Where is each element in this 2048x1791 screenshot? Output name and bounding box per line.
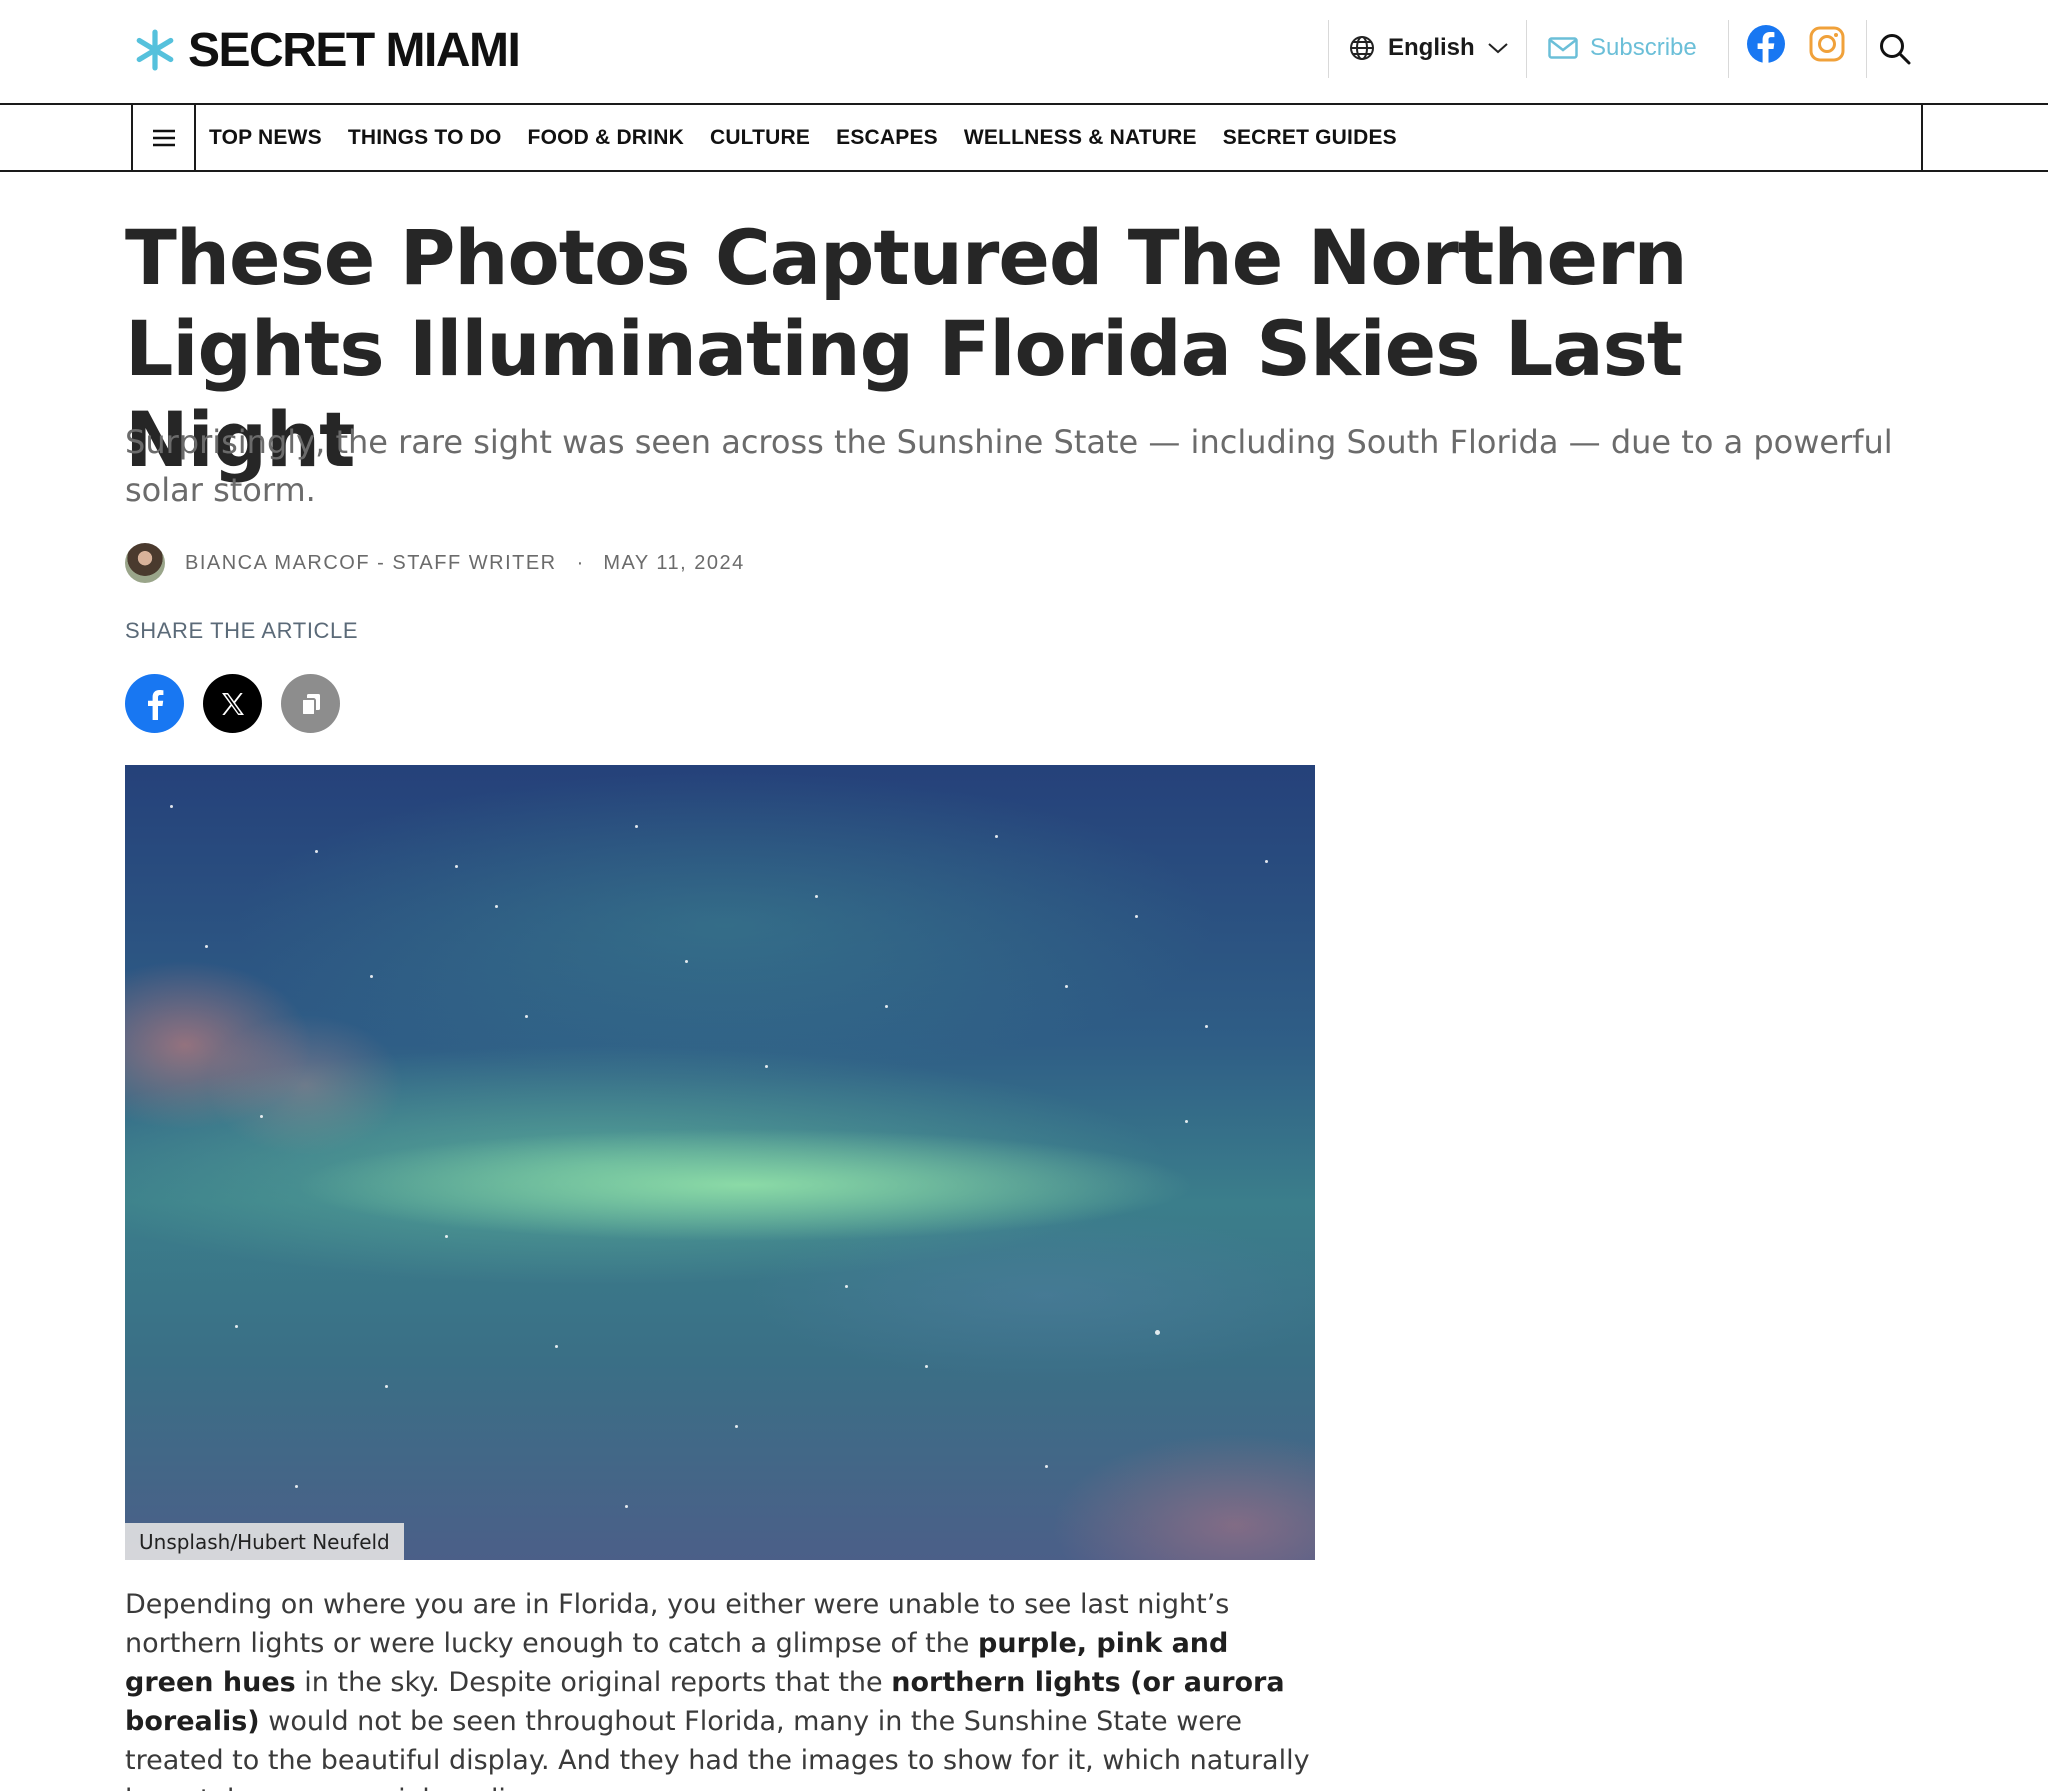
header-divider	[1526, 20, 1527, 78]
star	[1205, 1025, 1208, 1028]
star	[685, 960, 688, 963]
author-avatar[interactable]	[125, 543, 165, 583]
star	[735, 1425, 738, 1428]
star	[925, 1365, 928, 1368]
star	[1265, 860, 1268, 863]
star	[1065, 985, 1068, 988]
star	[815, 895, 818, 898]
hamburger-icon	[152, 129, 175, 147]
header-divider	[1728, 20, 1729, 78]
nav-item-wellness-nature[interactable]: WELLNESS & NATURE	[964, 126, 1197, 150]
star	[260, 1115, 263, 1118]
star	[765, 1065, 768, 1068]
star	[555, 1345, 558, 1348]
star	[845, 1285, 848, 1288]
nav-item-secret-guides[interactable]: SECRET GUIDES	[1223, 126, 1397, 150]
star	[635, 825, 638, 828]
star	[525, 1015, 528, 1018]
star	[315, 850, 318, 853]
byline-separator: ·	[576, 551, 584, 574]
star	[295, 1485, 298, 1488]
globe-icon	[1350, 36, 1374, 60]
nav-item-things-to-do[interactable]: THINGS TO DO	[348, 126, 502, 150]
x-icon	[221, 692, 244, 715]
asterisk-logo-icon	[136, 29, 174, 71]
share-buttons	[125, 674, 340, 733]
star	[995, 835, 998, 838]
chevron-down-icon	[1488, 43, 1508, 54]
main-nav: TOP NEWS THINGS TO DO FOOD & DRINK CULTU…	[0, 105, 2048, 172]
star	[1185, 1120, 1188, 1123]
star	[1135, 915, 1138, 918]
star	[625, 1505, 628, 1508]
star	[885, 1005, 888, 1008]
star	[205, 945, 208, 948]
facebook-icon	[147, 689, 163, 720]
header-divider	[1866, 20, 1867, 78]
share-facebook-button[interactable]	[125, 674, 184, 733]
language-label: English	[1388, 34, 1475, 61]
copy-link-button[interactable]	[281, 674, 340, 733]
nav-items: TOP NEWS THINGS TO DO FOOD & DRINK CULTU…	[209, 105, 1397, 171]
search-icon[interactable]	[1878, 32, 1912, 66]
nav-item-escapes[interactable]: ESCAPES	[836, 126, 938, 150]
star	[235, 1325, 238, 1328]
star	[1045, 1465, 1048, 1468]
author-name[interactable]: BIANCA MARCOF - STAFF WRITER	[185, 552, 557, 575]
nav-divider	[1921, 105, 1923, 171]
star	[170, 805, 173, 808]
article-subtitle: Surprisingly, the rare sight was seen ac…	[125, 423, 1893, 509]
nav-item-culture[interactable]: CULTURE	[710, 126, 810, 150]
copy-icon	[300, 693, 320, 716]
star	[370, 975, 373, 978]
header-divider	[1328, 20, 1329, 78]
language-selector[interactable]: English	[1348, 28, 1509, 68]
star	[495, 905, 498, 908]
nav-item-top-news[interactable]: TOP NEWS	[209, 126, 322, 150]
facebook-icon[interactable]	[1746, 24, 1786, 64]
article-body-paragraph: Depending on where you are in Florida, y…	[125, 1585, 1325, 1791]
body-text: in the sky. Despite original reports tha…	[295, 1667, 892, 1698]
image-caption: Unsplash/Hubert Neufeld	[125, 1523, 404, 1560]
body-text: would not be seen throughout Florida, ma…	[125, 1706, 1310, 1791]
hamburger-menu-button[interactable]	[133, 105, 196, 171]
star	[455, 865, 458, 868]
star	[1155, 1330, 1160, 1335]
instagram-icon[interactable]	[1809, 26, 1845, 62]
share-label: SHARE THE ARTICLE	[125, 618, 359, 643]
subscribe-button[interactable]: Subscribe	[1548, 28, 1697, 68]
hero-image-northern-lights: Unsplash/Hubert Neufeld	[125, 765, 1315, 1560]
star	[385, 1385, 388, 1388]
site-header: SECRET MIAMI English Subscribe	[0, 0, 2048, 105]
publish-date: MAY 11, 2024	[603, 551, 745, 574]
site-logo[interactable]: SECRET MIAMI	[134, 20, 521, 80]
nav-item-food-drink[interactable]: FOOD & DRINK	[528, 126, 684, 150]
share-x-button[interactable]	[203, 674, 262, 733]
subscribe-label: Subscribe	[1590, 34, 1697, 61]
logo-text: SECRET MIAMI	[188, 23, 521, 77]
star	[445, 1235, 448, 1238]
byline: BIANCA MARCOF - STAFF WRITER · MAY 11, 2…	[125, 543, 745, 583]
mail-icon	[1548, 37, 1578, 59]
